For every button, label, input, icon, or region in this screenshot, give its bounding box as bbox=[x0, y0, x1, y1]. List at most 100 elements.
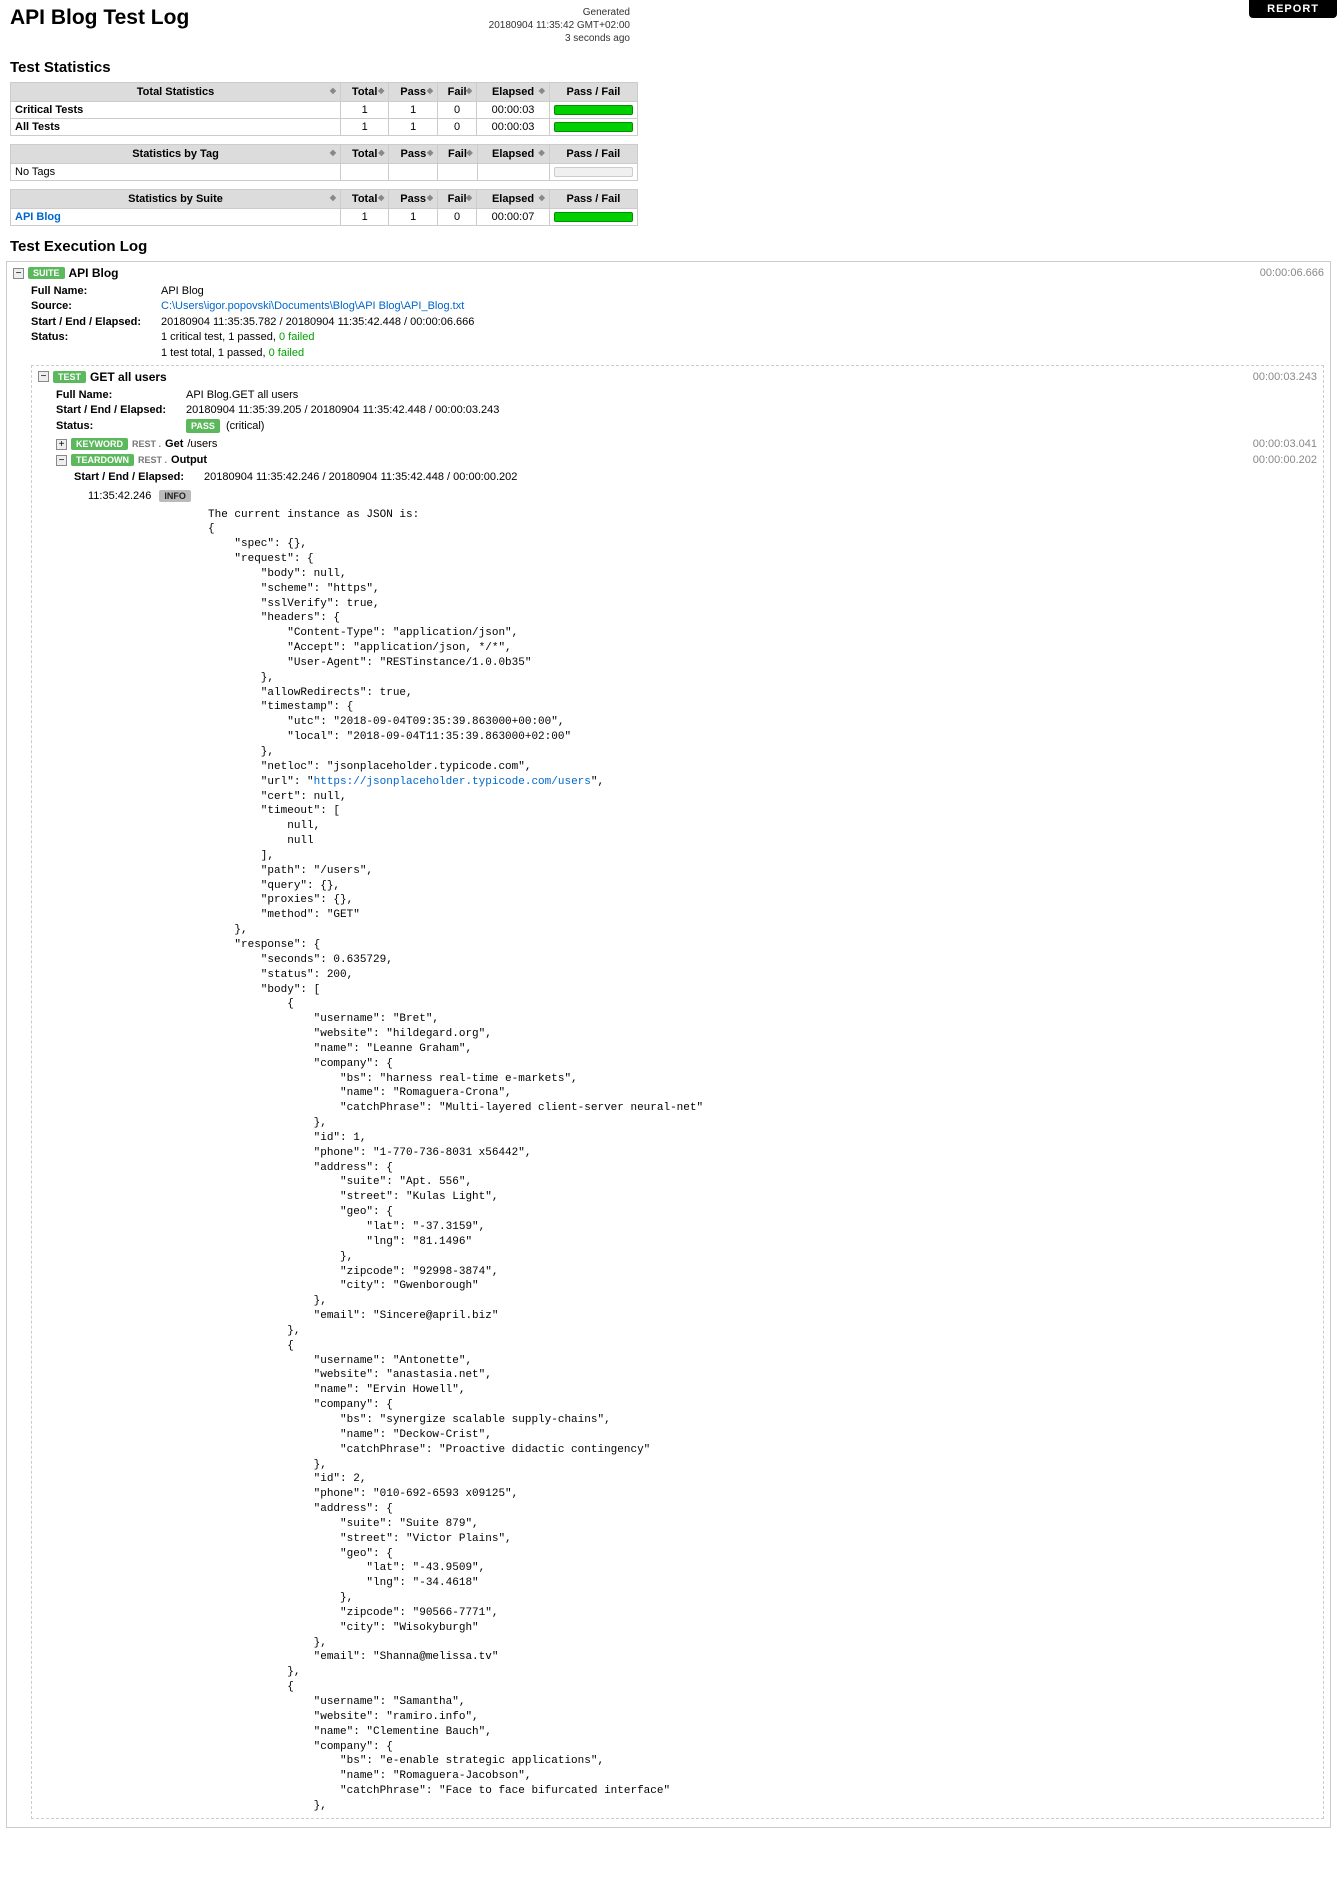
test-elapsed: 00:00:03.243 bbox=[1253, 371, 1317, 383]
page-header: API Blog Test Log Generated 20180904 11:… bbox=[0, 0, 640, 47]
stat-pass: 1 bbox=[389, 119, 438, 136]
sort-icon: ◆ bbox=[378, 193, 384, 202]
stat-fail: 0 bbox=[437, 209, 476, 226]
tag-stats-table: Statistics by Tag◆ Total◆ Pass◆ Fail◆ El… bbox=[10, 144, 638, 181]
json-output: The current instance as JSON is: { "spec… bbox=[208, 508, 1317, 1814]
stat-total: 1 bbox=[341, 102, 389, 119]
sort-icon: ◆ bbox=[330, 86, 336, 95]
col-by-suite[interactable]: Statistics by Suite◆ bbox=[11, 190, 341, 209]
keyword-badge: KEYWORD bbox=[71, 438, 128, 450]
col-pass[interactable]: Pass◆ bbox=[389, 145, 438, 164]
meta-label: Start / End / Elapsed: bbox=[56, 403, 186, 418]
suite-stats-table: Statistics by Suite◆ Total◆ Pass◆ Fail◆ … bbox=[10, 189, 638, 226]
expand-toggle[interactable]: + bbox=[56, 439, 67, 450]
col-pass[interactable]: Pass◆ bbox=[389, 83, 438, 102]
keyword-elapsed: 00:00:00.202 bbox=[1253, 454, 1317, 466]
meta-label: Full Name: bbox=[56, 388, 186, 403]
collapse-toggle[interactable]: − bbox=[38, 371, 49, 382]
meta-label: Start / End / Elapsed: bbox=[74, 470, 204, 485]
stat-name[interactable]: Critical Tests bbox=[11, 102, 341, 119]
stat-bar bbox=[549, 119, 637, 136]
collapse-toggle[interactable]: − bbox=[13, 268, 24, 279]
col-total-stats[interactable]: Total Statistics◆ bbox=[11, 83, 341, 102]
col-by-tag[interactable]: Statistics by Tag◆ bbox=[11, 145, 341, 164]
keyword-name[interactable]: Get bbox=[165, 438, 183, 450]
meta-value: 20180904 11:35:39.205 / 20180904 11:35:4… bbox=[186, 403, 1317, 418]
page-title: API Blog Test Log bbox=[10, 6, 189, 30]
meta-label: Full Name: bbox=[31, 284, 161, 299]
sort-icon: ◆ bbox=[466, 193, 472, 202]
sort-icon: ◆ bbox=[466, 148, 472, 157]
info-badge: INFO bbox=[159, 490, 191, 502]
stats-heading: Test Statistics bbox=[10, 59, 1327, 76]
meta-value: 20180904 11:35:35.782 / 20180904 11:35:4… bbox=[161, 315, 1324, 330]
suite-name[interactable]: API Blog bbox=[69, 266, 119, 280]
stat-elapsed: 00:00:03 bbox=[477, 102, 550, 119]
no-tags: No Tags bbox=[11, 164, 341, 181]
keyword-name[interactable]: Output bbox=[171, 454, 207, 466]
suite-container: − SUITE API Blog 00:00:06.666 Full Name:… bbox=[6, 261, 1331, 1828]
stat-elapsed: 00:00:03 bbox=[477, 119, 550, 136]
sort-icon: ◆ bbox=[539, 86, 545, 95]
generated-info: Generated 20180904 11:35:42 GMT+02:00 3 … bbox=[489, 6, 630, 45]
suite-badge: SUITE bbox=[28, 267, 65, 279]
total-stats-table: Total Statistics◆ Total◆ Pass◆ Fail◆ Ela… bbox=[10, 82, 638, 136]
json-url-link[interactable]: https://jsonplaceholder.typicode.com/use… bbox=[314, 776, 591, 788]
sort-icon: ◆ bbox=[427, 193, 433, 202]
sort-icon: ◆ bbox=[330, 193, 336, 202]
stat-fail: 0 bbox=[437, 102, 476, 119]
stat-bar bbox=[549, 164, 637, 181]
col-total[interactable]: Total◆ bbox=[341, 190, 389, 209]
meta-label: Status: bbox=[56, 419, 186, 434]
col-fail[interactable]: Fail◆ bbox=[437, 190, 476, 209]
generated-timestamp: 20180904 11:35:42 GMT+02:00 bbox=[489, 19, 630, 32]
meta-value: 1 critical test, 1 passed, 0 failed1 tes… bbox=[161, 330, 1324, 361]
stat-fail: 0 bbox=[437, 119, 476, 136]
keyword-arg: /users bbox=[187, 438, 217, 450]
teardown-badge: TEARDOWN bbox=[71, 454, 134, 466]
sort-icon: ◆ bbox=[378, 148, 384, 157]
col-elapsed[interactable]: Elapsed◆ bbox=[477, 83, 550, 102]
sort-icon: ◆ bbox=[378, 86, 384, 95]
col-fail[interactable]: Fail◆ bbox=[437, 83, 476, 102]
teardown-row: − TEARDOWN REST . Output 00:00:00.202 bbox=[56, 454, 1317, 466]
report-button[interactable]: REPORT bbox=[1249, 0, 1337, 18]
stat-name[interactable]: All Tests bbox=[11, 119, 341, 136]
test-badge: TEST bbox=[53, 371, 86, 383]
stat-total: 1 bbox=[341, 209, 389, 226]
keyword-row: + KEYWORD REST . Get /users 00:00:03.041 bbox=[56, 438, 1317, 450]
meta-value: API Blog.GET all users bbox=[186, 388, 1317, 403]
collapse-toggle[interactable]: − bbox=[56, 455, 67, 466]
col-passfail: Pass / Fail bbox=[549, 83, 637, 102]
generated-ago: 3 seconds ago bbox=[489, 32, 630, 45]
table-row: Critical Tests 1 1 0 00:00:03 bbox=[11, 102, 638, 119]
sort-icon: ◆ bbox=[538, 148, 544, 157]
meta-label: Source: bbox=[31, 299, 161, 314]
suite-link[interactable]: API Blog bbox=[11, 209, 341, 226]
meta-value: API Blog bbox=[161, 284, 1324, 299]
keyword-lib: REST . bbox=[138, 455, 167, 465]
table-row: No Tags bbox=[11, 164, 638, 181]
source-link[interactable]: C:\Users\igor.popovski\Documents\Blog\AP… bbox=[161, 299, 1324, 314]
sort-icon: ◆ bbox=[427, 148, 433, 157]
col-passfail: Pass / Fail bbox=[549, 190, 637, 209]
stat-pass: 1 bbox=[389, 102, 438, 119]
col-pass[interactable]: Pass◆ bbox=[389, 190, 438, 209]
log-timestamp: 11:35:42.246 bbox=[88, 490, 151, 502]
col-elapsed[interactable]: Elapsed◆ bbox=[477, 190, 550, 209]
sort-icon: ◆ bbox=[539, 193, 545, 202]
test-name[interactable]: GET all users bbox=[90, 370, 167, 384]
col-total[interactable]: Total◆ bbox=[341, 83, 389, 102]
stat-bar bbox=[549, 209, 637, 226]
col-fail[interactable]: Fail◆ bbox=[438, 145, 477, 164]
suite-elapsed: 00:00:06.666 bbox=[1260, 267, 1324, 279]
pass-badge: PASS bbox=[186, 419, 220, 434]
meta-label: Status: bbox=[31, 330, 161, 361]
col-elapsed[interactable]: Elapsed◆ bbox=[477, 145, 549, 164]
stat-bar bbox=[549, 102, 637, 119]
stat-elapsed: 00:00:07 bbox=[477, 209, 550, 226]
sort-icon: ◆ bbox=[427, 86, 433, 95]
test-container: − TEST GET all users 00:00:03.243 Full N… bbox=[31, 365, 1324, 1819]
col-total[interactable]: Total◆ bbox=[341, 145, 389, 164]
meta-value: PASS (critical) bbox=[186, 419, 1317, 434]
